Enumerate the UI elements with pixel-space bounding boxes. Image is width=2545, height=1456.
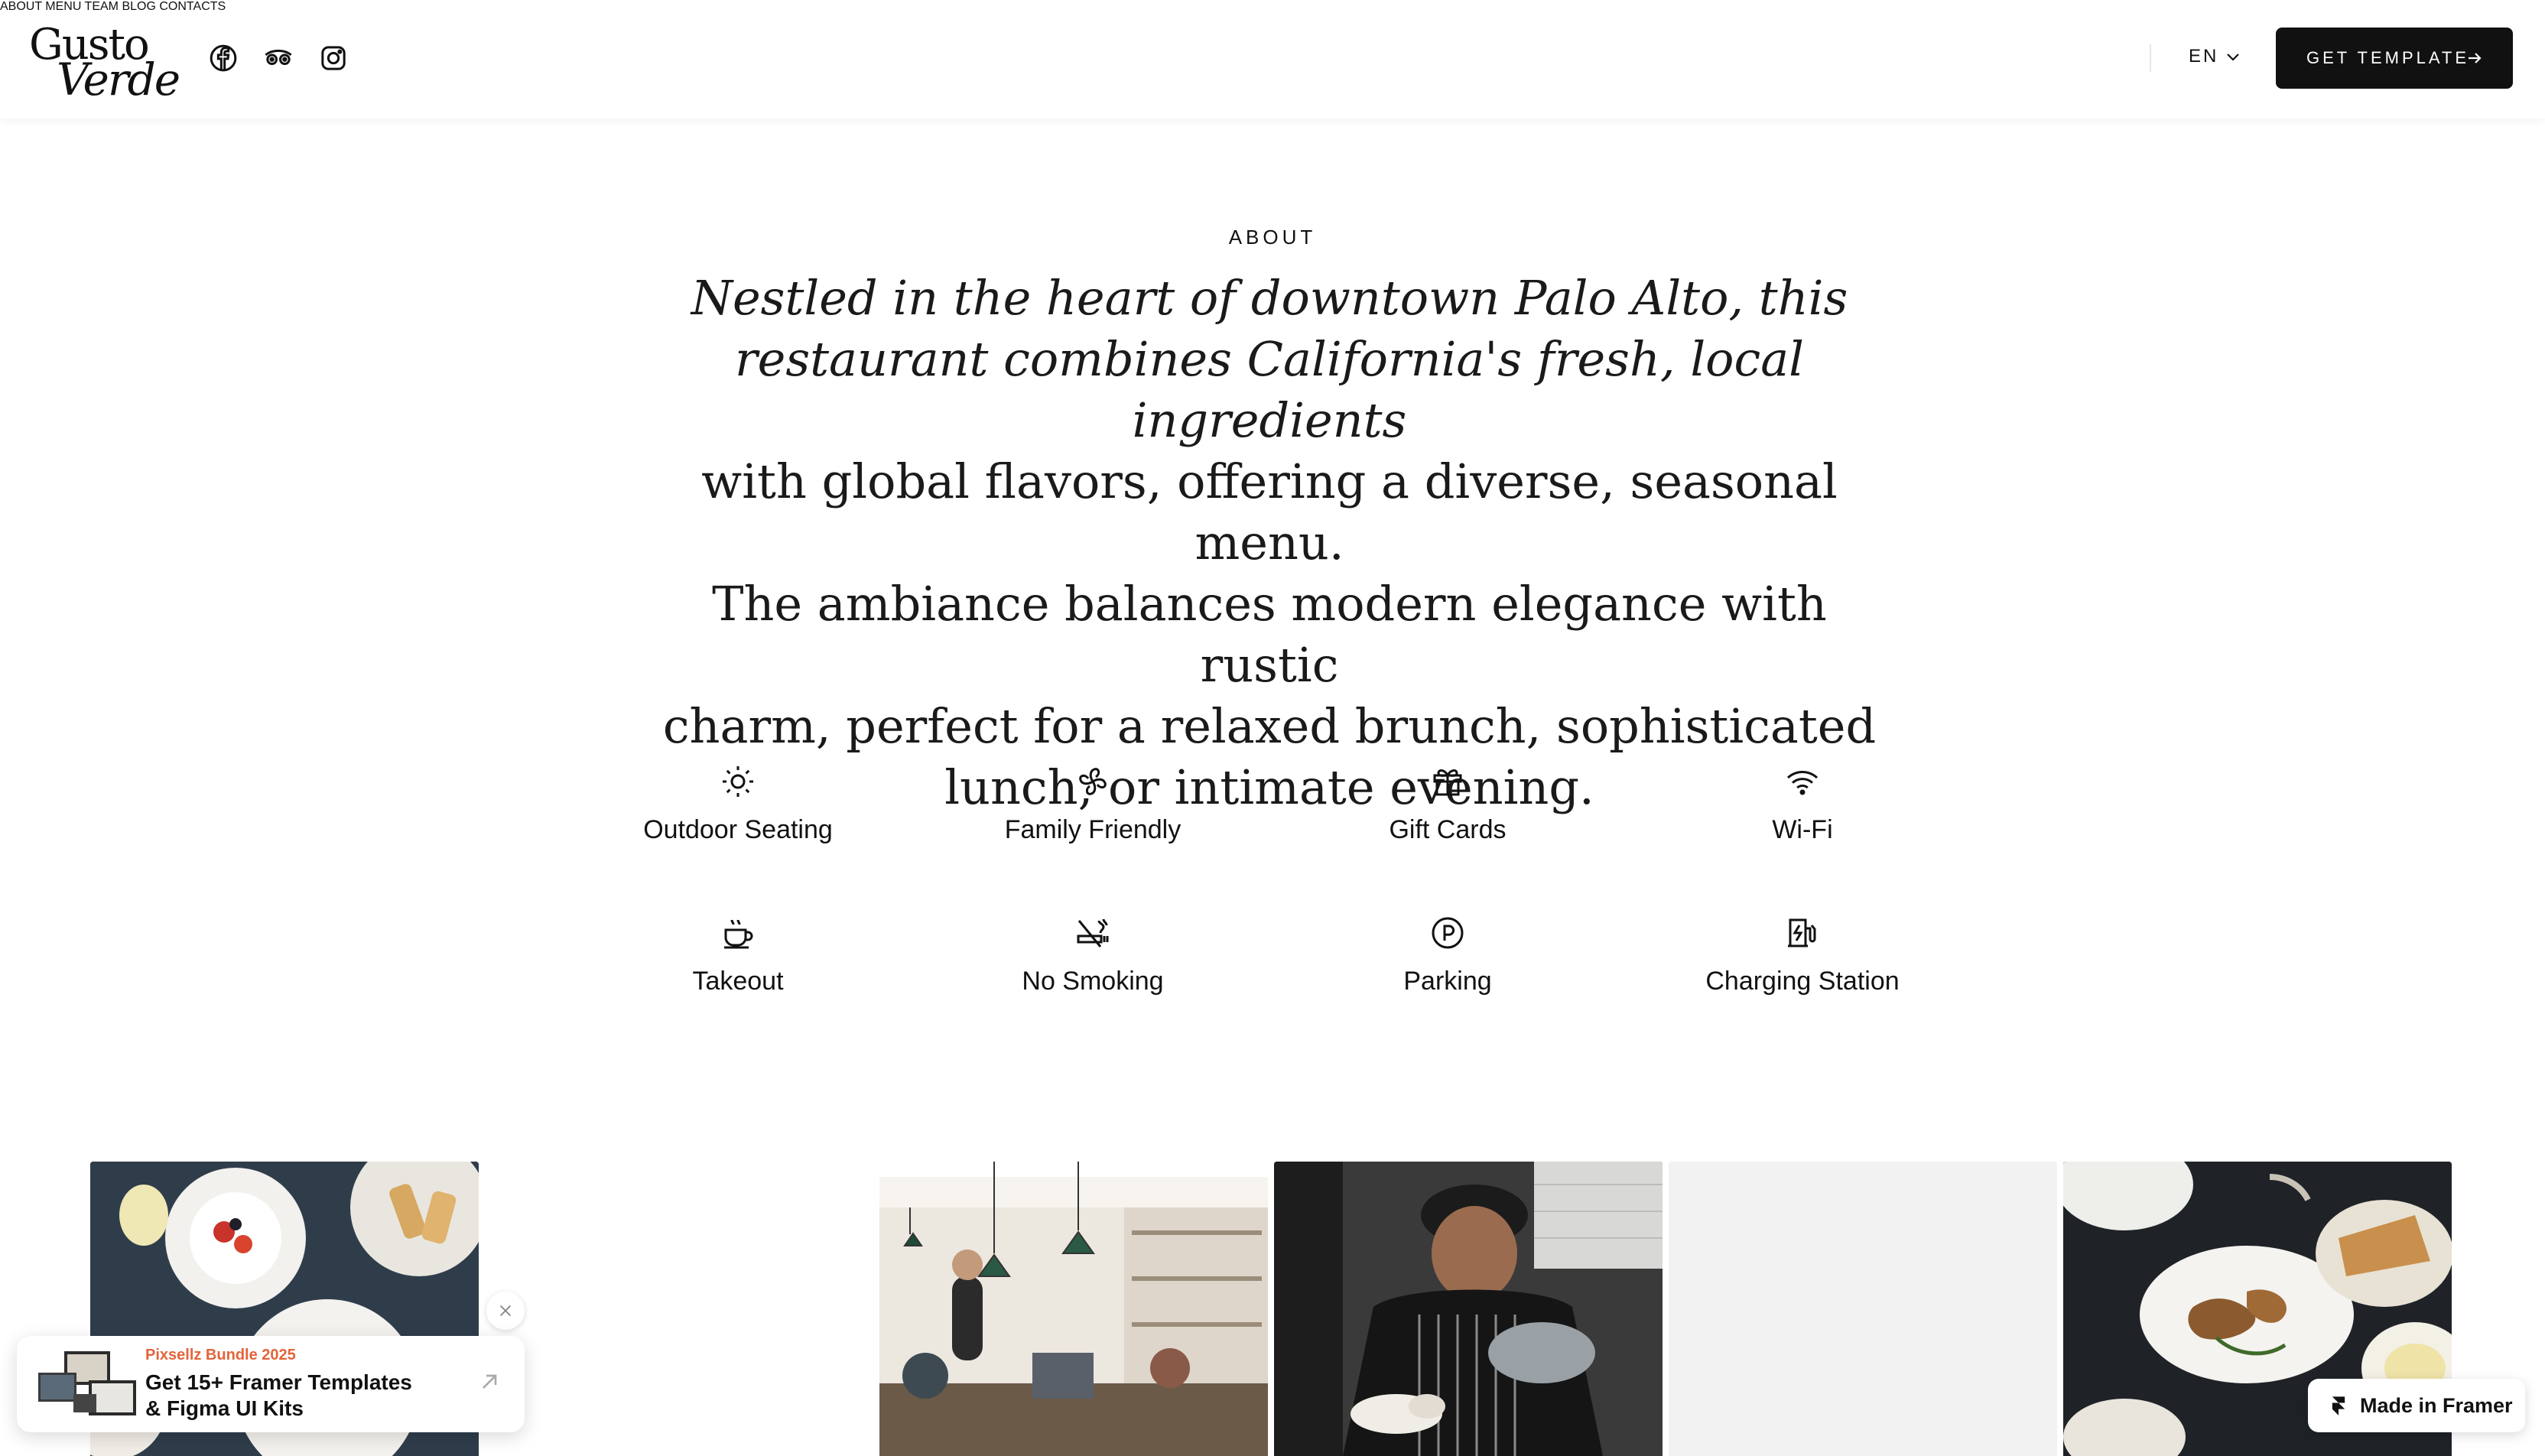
get-template-button[interactable]: GET TEMPLATE: [2276, 28, 2513, 89]
instagram-link[interactable]: [318, 43, 349, 73]
main-nav: ABOUT MENU TEAM BLOG CONTACTS: [0, 0, 2545, 14]
amenity-outdoor-seating: Outdoor Seating: [561, 763, 915, 845]
pinwheel-icon: [1074, 763, 1111, 800]
tripadvisor-link[interactable]: [263, 43, 294, 73]
instagram-icon: [321, 46, 346, 70]
amenity-label: Gift Cards: [1389, 815, 1507, 844]
amenity-takeout: Takeout: [561, 915, 915, 996]
logo-line-2: Verde: [57, 54, 180, 106]
amenity-label: Wi-Fi: [1772, 815, 1833, 844]
close-icon: [499, 1305, 512, 1317]
amenity-label: Parking: [1403, 967, 1492, 996]
arrow-up-right-icon: [483, 1374, 497, 1389]
about-line: with global flavors, offering a diverse,…: [701, 453, 1838, 570]
amenity-wifi: Wi-Fi: [1625, 763, 1980, 845]
amenity-label: Outdoor Seating: [643, 815, 833, 844]
site-header: Gusto Verde ABOUT MENU TEAM BLOG CONTACT…: [0, 0, 2545, 119]
amenity-label: Charging Station: [1705, 967, 1900, 996]
nav-menu[interactable]: MENU: [45, 0, 81, 13]
promo-thumbnail: [38, 1351, 136, 1415]
about-section-label: ABOUT: [1228, 226, 1317, 249]
nav-team[interactable]: TEAM: [85, 0, 119, 13]
amenity-parking: Parking: [1270, 915, 1625, 996]
nav-about[interactable]: ABOUT: [0, 0, 42, 13]
promo-tag: Pixsellz Bundle 2025: [145, 1347, 296, 1363]
no-smoking-icon: [1074, 915, 1111, 951]
gallery-photo-chef: [1274, 1162, 1663, 1456]
made-in-framer-badge[interactable]: Made in Framer: [2308, 1379, 2525, 1432]
wifi-icon: [1784, 763, 1821, 800]
amenity-gift-cards: Gift Cards: [1270, 763, 1625, 845]
tripadvisor-icon: [265, 49, 292, 65]
get-template-label: GET TEMPLATE: [2306, 48, 2470, 67]
amenity-label: No Smoking: [1022, 967, 1164, 996]
amenity-family-friendly: Family Friendly: [915, 763, 1270, 845]
parking-icon: [1429, 915, 1466, 951]
sun-icon: [720, 763, 756, 800]
nav-blog[interactable]: BLOG: [122, 0, 155, 13]
nav-divider: [2150, 44, 2151, 72]
amenity-label: Takeout: [692, 967, 784, 996]
gallery-photo-placeholder: [1669, 1162, 2057, 1456]
amenity-charging-station: Charging Station: [1625, 915, 1980, 996]
about-line: restaurant combines California's fresh, …: [735, 331, 1804, 448]
gallery-photo-dining-room: [879, 1162, 1268, 1456]
coffee-cup-icon: [720, 915, 756, 951]
promo-close-button[interactable]: [486, 1292, 525, 1330]
about-description: Nestled in the heart of downtown Palo Al…: [658, 268, 1881, 818]
chevron-down-icon: [2227, 54, 2239, 61]
promo-title: Get 15+ Framer Templates & Figma UI Kits: [145, 1370, 412, 1422]
about-line: The ambiance balances modern elegance wi…: [712, 576, 1827, 693]
amenity-label: Family Friendly: [1004, 815, 1181, 844]
about-line: charm, perfect for a relaxed brunch, sop…: [662, 698, 1877, 754]
arrow-right-icon: [2469, 53, 2482, 63]
ev-charger-icon: [1784, 915, 1821, 951]
amenity-no-smoking: No Smoking: [915, 915, 1270, 996]
framer-logo-icon: [2332, 1396, 2345, 1415]
promo-title-line: & Figma UI Kits: [145, 1396, 304, 1420]
made-in-framer-label: Made in Framer: [2360, 1394, 2513, 1417]
nav-contacts[interactable]: CONTACTS: [159, 0, 226, 13]
facebook-icon: [210, 44, 237, 72]
gift-icon: [1429, 763, 1466, 800]
language-label: EN: [2189, 46, 2219, 67]
facebook-link[interactable]: [208, 43, 239, 73]
promo-title-line: Get 15+ Framer Templates: [145, 1370, 412, 1394]
about-line: Nestled in the heart of downtown Palo Al…: [691, 270, 1848, 326]
language-selector[interactable]: EN: [2189, 46, 2239, 67]
promo-banner[interactable]: Pixsellz Bundle 2025 Get 15+ Framer Temp…: [17, 1336, 525, 1432]
